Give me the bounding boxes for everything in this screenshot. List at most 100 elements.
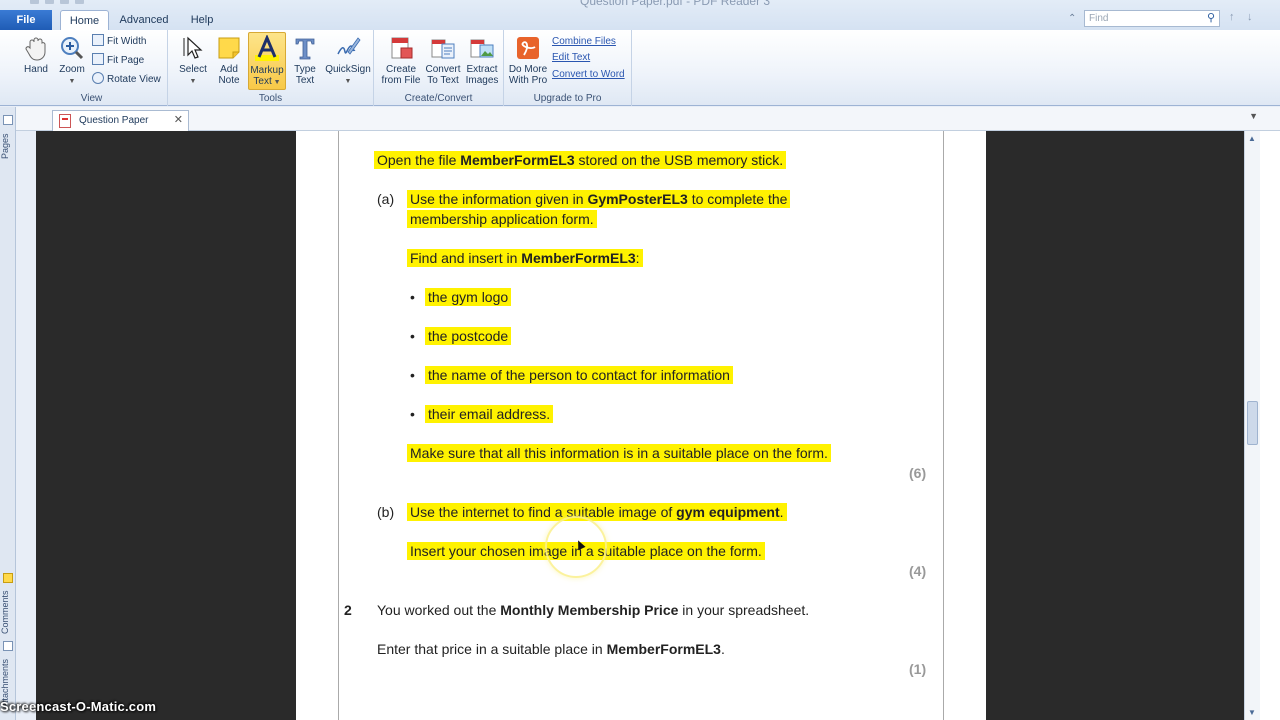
type-text-button[interactable]: Type Text xyxy=(288,34,322,86)
part-b-line-1[interactable]: Use the internet to find a suitable imag… xyxy=(407,503,787,521)
bullet-text: the postcode xyxy=(425,327,512,345)
part-a-label: (a) xyxy=(377,191,395,207)
type-text-label-2: Text xyxy=(295,75,315,86)
create-convert-group: Create from File Convert To Text Extract… xyxy=(374,30,504,106)
select-cursor-icon xyxy=(183,36,203,59)
fit-width-button[interactable]: Fit Width xyxy=(92,34,146,50)
scrollbar-thumb[interactable] xyxy=(1247,401,1258,445)
extract-images-icon xyxy=(470,39,494,58)
combine-files-link[interactable]: Combine Files xyxy=(552,36,616,47)
bullet-item[interactable]: the gym logo xyxy=(425,288,512,306)
bullet-dot: • xyxy=(410,367,415,383)
upgrade-pro-group: Do More With Pro Combine Files Edit Text… xyxy=(504,30,632,106)
document-tab[interactable]: Question Paper ✕ xyxy=(52,110,189,131)
pro-logo-icon xyxy=(517,37,539,59)
pages-icon[interactable] xyxy=(3,115,13,125)
tab-home[interactable]: Home xyxy=(60,10,109,30)
find-input[interactable]: Find ⚲ xyxy=(1084,10,1220,27)
quick-access-toolbar[interactable] xyxy=(30,0,130,5)
chevron-down-icon[interactable]: ▼ xyxy=(69,78,76,85)
convert-to-text-button[interactable]: Convert To Text xyxy=(422,34,464,86)
find-next-icon[interactable]: ↓ xyxy=(1247,11,1253,23)
view-group: Hand Zoom ▼ Fit Width Fit Page Rotate Vi… xyxy=(16,30,168,106)
markup-text-icon xyxy=(255,35,279,61)
markup-text-button[interactable]: Markup Text ▼ xyxy=(248,32,286,90)
tab-list-dropdown-icon[interactable]: ▼ xyxy=(1249,111,1258,121)
add-note-button[interactable]: Add Note xyxy=(212,34,246,86)
search-icon[interactable]: ⚲ xyxy=(1207,11,1215,26)
part-a-line-1[interactable]: Use the information given in GymPosterEL… xyxy=(407,190,791,208)
tab-advanced[interactable]: Advanced xyxy=(114,10,174,30)
edit-text-link[interactable]: Edit Text xyxy=(552,52,590,63)
find-insert-line[interactable]: Find and insert in MemberFormEL3: xyxy=(407,249,643,267)
select-button[interactable]: Select ▼ xyxy=(176,34,210,87)
question-2-line-2[interactable]: Enter that price in a suitable place in … xyxy=(377,640,725,658)
quicksign-button[interactable]: QuickSign ▼ xyxy=(324,34,372,87)
add-note-label-1: Add xyxy=(220,64,238,75)
create-label-2: from File xyxy=(381,75,421,86)
zoom-button[interactable]: Zoom ▼ xyxy=(56,34,88,87)
create-from-file-button[interactable]: Create from File xyxy=(380,34,422,86)
rotate-view-label: Rotate View xyxy=(107,74,161,85)
tab-help[interactable]: Help xyxy=(182,10,222,30)
create-label-1: Create xyxy=(385,64,416,75)
extract-images-button[interactable]: Extract Images xyxy=(462,34,502,86)
find-placeholder: Find xyxy=(1089,13,1109,24)
create-convert-group-label: Create/Convert xyxy=(404,93,473,104)
hand-icon xyxy=(25,37,46,61)
vertical-scrollbar[interactable]: ▲ ▼ xyxy=(1244,131,1260,720)
rotate-icon xyxy=(92,72,104,84)
scroll-up-icon[interactable]: ▲ xyxy=(1248,134,1256,143)
make-sure-line[interactable]: Make sure that all this information is i… xyxy=(407,444,831,462)
make-sure-text: Make sure that all this information is i… xyxy=(407,444,831,462)
document-viewer[interactable]: Open the file MemberFormEL3 stored on th… xyxy=(36,131,1244,720)
a-line1-bold: GymPosterEL3 xyxy=(587,191,688,207)
rotate-view-button[interactable]: Rotate View xyxy=(92,72,161,88)
ribbon: Hand Zoom ▼ Fit Width Fit Page Rotate Vi… xyxy=(0,30,1280,106)
fit-page-button[interactable]: Fit Page xyxy=(92,53,144,69)
bullet-dot: • xyxy=(410,289,415,305)
pages-tab[interactable]: Pages xyxy=(0,131,16,161)
pro-label-2: With Pro xyxy=(508,75,548,86)
title-bar: Question Paper.pdf - PDF Reader 3 File H… xyxy=(0,0,1280,30)
create-pdf-icon xyxy=(391,37,413,59)
intro-line[interactable]: Open the file MemberFormEL3 stored on th… xyxy=(374,151,787,169)
bullet-dot: • xyxy=(410,406,415,422)
part-b-label: (b) xyxy=(377,504,395,520)
chevron-down-icon[interactable]: ▼ xyxy=(190,78,197,85)
zoom-label: Zoom xyxy=(59,64,85,75)
hand-button[interactable]: Hand xyxy=(20,34,52,75)
quicksign-label: QuickSign xyxy=(325,64,371,75)
b-line1-post: . xyxy=(779,504,784,520)
comments-icon[interactable] xyxy=(3,573,13,583)
markup-label-2: Text xyxy=(253,76,272,87)
bullet-item[interactable]: the postcode xyxy=(425,327,512,345)
q2-line2-bold: MemberFormEL3 xyxy=(606,641,721,657)
chevron-up-icon[interactable]: ⌃ xyxy=(1068,13,1076,24)
fit-width-label: Fit Width xyxy=(107,36,147,47)
part-a-line-2[interactable]: membership application form. xyxy=(407,210,597,228)
scroll-down-icon[interactable]: ▼ xyxy=(1248,708,1256,717)
zoom-icon xyxy=(61,37,84,60)
chevron-down-icon[interactable]: ▼ xyxy=(272,79,281,86)
chevron-down-icon[interactable]: ▼ xyxy=(345,78,352,85)
file-tab[interactable]: File xyxy=(0,10,52,30)
convert-label-2: To Text xyxy=(427,75,459,86)
window-title: Question Paper.pdf - PDF Reader 3 xyxy=(580,0,771,8)
convert-to-word-link[interactable]: Convert to Word xyxy=(552,69,625,80)
question-2-line-1[interactable]: You worked out the Monthly Membership Pr… xyxy=(377,601,809,619)
select-label: Select xyxy=(179,64,207,75)
bullet-item[interactable]: the name of the person to contact for in… xyxy=(425,366,733,384)
comments-tab[interactable]: Comments xyxy=(0,587,16,637)
find-previous-icon[interactable]: ↑ xyxy=(1229,11,1235,23)
view-group-label: View xyxy=(80,93,103,104)
b-line1-bold: gym equipment xyxy=(676,504,780,520)
intro-post: stored on the USB memory stick. xyxy=(574,152,784,168)
do-more-with-pro-button[interactable]: Do More With Pro xyxy=(506,34,550,86)
close-icon[interactable]: ✕ xyxy=(174,111,183,130)
type-text-label-1: Type xyxy=(294,64,316,75)
find-insert-pre: Find and insert in xyxy=(410,250,522,266)
bullet-item[interactable]: their email address. xyxy=(425,405,554,423)
page-content: Open the file MemberFormEL3 stored on th… xyxy=(36,131,1244,720)
attachments-icon[interactable] xyxy=(3,641,13,651)
